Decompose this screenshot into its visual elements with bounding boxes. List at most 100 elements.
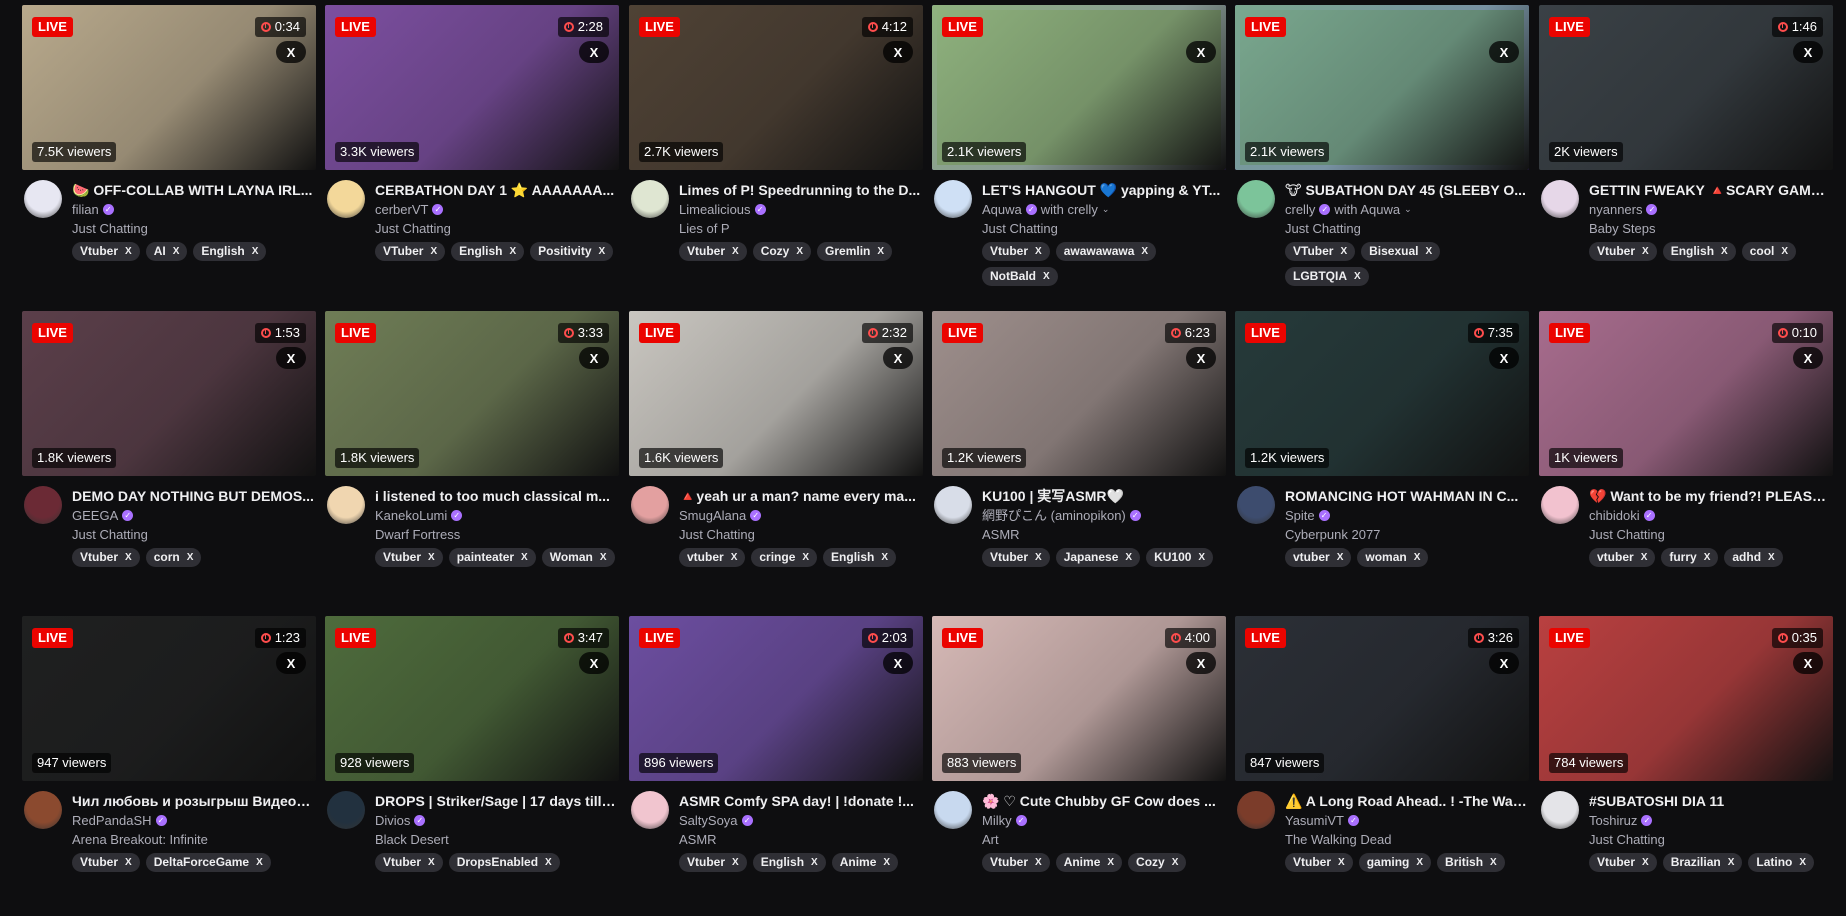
avatar[interactable] <box>631 791 669 829</box>
stream-card[interactable]: LIVE 1:53 X 1.8K viewers DEMO DAY NOTHING BU… <box>22 311 316 611</box>
avatar[interactable] <box>1541 791 1579 829</box>
stream-title[interactable]: 💔 Want to be my friend?! PLEASE... <box>1589 488 1831 505</box>
tag[interactable]: adhd X <box>1724 548 1783 567</box>
avatar[interactable] <box>934 180 972 218</box>
chevron-down-icon[interactable]: ⌄ <box>1102 201 1110 218</box>
dismiss-button[interactable]: X <box>276 41 306 63</box>
dismiss-button[interactable]: X <box>1793 347 1823 369</box>
remove-tag-icon[interactable]: X <box>521 550 528 565</box>
dismiss-button[interactable]: X <box>276 347 306 369</box>
remove-tag-icon[interactable]: X <box>1414 550 1421 565</box>
tag[interactable]: awawawawa X <box>1055 242 1157 261</box>
stream-thumbnail[interactable]: LIVE 1:53 X 1.8K viewers <box>22 311 316 476</box>
remove-tag-icon[interactable]: X <box>1642 244 1649 259</box>
tag[interactable]: painteater X <box>448 548 536 567</box>
remove-tag-icon[interactable]: X <box>877 244 884 259</box>
stream-thumbnail[interactable]: LIVE 4:00 X 883 viewers <box>932 616 1226 781</box>
collab-label[interactable]: with crelly <box>1041 201 1098 218</box>
category-link[interactable]: ASMR <box>679 831 717 848</box>
remove-tag-icon[interactable]: X <box>428 855 435 870</box>
avatar[interactable] <box>1237 486 1275 524</box>
remove-tag-icon[interactable]: X <box>1035 855 1042 870</box>
stream-thumbnail[interactable]: LIVE 2:03 X 896 viewers <box>629 616 923 781</box>
remove-tag-icon[interactable]: X <box>881 550 888 565</box>
tag[interactable]: English X <box>451 242 525 261</box>
remove-tag-icon[interactable]: X <box>1642 855 1649 870</box>
channel-name[interactable]: cerberVT <box>375 201 428 218</box>
remove-tag-icon[interactable]: X <box>1704 550 1711 565</box>
dismiss-button[interactable]: X <box>883 347 913 369</box>
remove-tag-icon[interactable]: X <box>252 244 259 259</box>
stream-card[interactable]: LIVE 1:46 X 2K viewers GETTIN FWEAKY 🔺SCARY … <box>1539 5 1833 305</box>
avatar[interactable] <box>327 486 365 524</box>
remove-tag-icon[interactable]: X <box>1728 855 1735 870</box>
tag[interactable]: DeltaForceGame X <box>145 853 271 872</box>
category-link[interactable]: Just Chatting <box>982 220 1058 237</box>
stream-title[interactable]: DROPS | Striker/Sage | 17 days till ... <box>375 793 617 810</box>
dismiss-button[interactable]: X <box>579 347 609 369</box>
tag[interactable]: Vtuber X <box>1285 853 1353 872</box>
tag[interactable]: Cozy X <box>1128 853 1187 872</box>
category-link[interactable]: Just Chatting <box>72 220 148 237</box>
tag[interactable]: English X <box>1662 242 1736 261</box>
stream-title[interactable]: 🌸 ♡ Cute Chubby GF Cow does ... <box>982 793 1224 810</box>
category-link[interactable]: Arena Breakout: Infinite <box>72 831 208 848</box>
dismiss-button[interactable]: X <box>579 41 609 63</box>
avatar[interactable] <box>631 180 669 218</box>
tag[interactable]: Vtuber X <box>679 853 747 872</box>
tag[interactable]: NotBald X <box>982 267 1058 286</box>
dismiss-button[interactable]: X <box>1489 652 1519 674</box>
channel-name[interactable]: Divios <box>375 812 410 829</box>
channel-name[interactable]: filian <box>72 201 99 218</box>
remove-tag-icon[interactable]: X <box>1425 244 1432 259</box>
stream-title[interactable]: DEMO DAY NOTHING BUT DEMOS... <box>72 488 314 505</box>
stream-thumbnail[interactable]: LIVE 0:35 X 784 viewers <box>1539 616 1833 781</box>
tag[interactable]: vtuber X <box>1589 548 1656 567</box>
remove-tag-icon[interactable]: X <box>802 550 809 565</box>
stream-title[interactable]: LET'S HANGOUT 💙 yapping & YT... <box>982 182 1224 199</box>
remove-tag-icon[interactable]: X <box>1337 550 1344 565</box>
stream-card[interactable]: LIVE 3:47 X 928 viewers DROPS | Striker/Sage… <box>325 616 619 916</box>
stream-title[interactable]: #SUBATOSHI DIA 11 <box>1589 793 1831 810</box>
remove-tag-icon[interactable]: X <box>1799 855 1806 870</box>
stream-thumbnail[interactable]: LIVE 1:46 X 2K viewers <box>1539 5 1833 170</box>
tag[interactable]: furry X <box>1661 548 1719 567</box>
collab-label[interactable]: with Aquwa <box>1334 201 1400 218</box>
avatar[interactable] <box>24 791 62 829</box>
tag[interactable]: gaming X <box>1358 853 1432 872</box>
dismiss-button[interactable]: X <box>1793 41 1823 63</box>
dismiss-button[interactable]: X <box>1186 347 1216 369</box>
stream-title[interactable]: KU100 | 実写ASMR🤍 <box>982 488 1224 505</box>
stream-card[interactable]: LIVE X 2.1K viewers LET'S HANGOUT 💙 yapping… <box>932 5 1226 305</box>
tag[interactable]: cool X <box>1741 242 1797 261</box>
tag[interactable]: Anime X <box>1055 853 1123 872</box>
remove-tag-icon[interactable]: X <box>1416 855 1423 870</box>
dismiss-button[interactable]: X <box>1186 41 1216 63</box>
category-link[interactable]: Just Chatting <box>1589 831 1665 848</box>
category-link[interactable]: Black Desert <box>375 831 449 848</box>
category-link[interactable]: Dwarf Fortress <box>375 526 460 543</box>
stream-title[interactable]: GETTIN FWEAKY 🔺SCARY GAME... <box>1589 182 1831 199</box>
stream-thumbnail[interactable]: LIVE 6:23 X 1.2K viewers <box>932 311 1226 476</box>
stream-card[interactable]: LIVE 2:03 X 896 viewers ASMR Comfy SPA day! … <box>629 616 923 916</box>
dismiss-button[interactable]: X <box>1186 652 1216 674</box>
remove-tag-icon[interactable]: X <box>1198 550 1205 565</box>
tag[interactable]: Vtuber X <box>72 548 140 567</box>
remove-tag-icon[interactable]: X <box>1781 244 1788 259</box>
category-link[interactable]: Baby Steps <box>1589 220 1656 237</box>
stream-card[interactable]: LIVE 7:35 X 1.2K viewers ROMANCING HOT WAHMA… <box>1235 311 1529 611</box>
remove-tag-icon[interactable]: X <box>732 855 739 870</box>
tag[interactable]: LGBTQIA X <box>1285 267 1369 286</box>
remove-tag-icon[interactable]: X <box>173 244 180 259</box>
channel-name[interactable]: Spite <box>1285 507 1315 524</box>
remove-tag-icon[interactable]: X <box>125 550 132 565</box>
tag[interactable]: Vtuber X <box>1589 853 1657 872</box>
stream-title[interactable]: i listened to too much classical m... <box>375 488 617 505</box>
channel-name[interactable]: 網野ぴこん (aminopikon) <box>982 507 1126 524</box>
category-link[interactable]: Just Chatting <box>1285 220 1361 237</box>
tag[interactable]: AI X <box>145 242 188 261</box>
avatar[interactable] <box>1237 791 1275 829</box>
stream-card[interactable]: LIVE 0:35 X 784 viewers #SUBATOSHI DIA 11 Tos… <box>1539 616 1833 916</box>
remove-tag-icon[interactable]: X <box>1354 269 1361 284</box>
stream-title[interactable]: 🍉 OFF-COLLAB WITH LAYNA IRL... <box>72 182 314 199</box>
